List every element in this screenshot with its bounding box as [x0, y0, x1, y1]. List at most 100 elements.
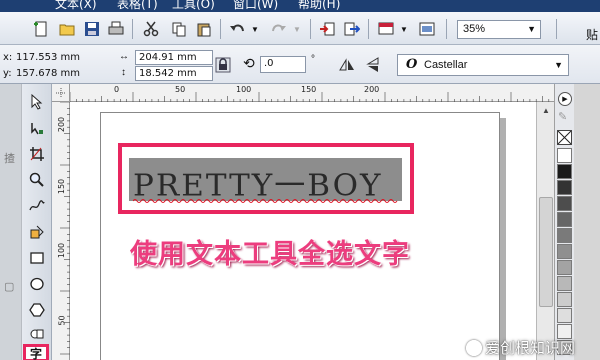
ellipse-icon	[30, 277, 44, 291]
menu-window[interactable]: 窗口(W)	[233, 0, 278, 12]
lock-ratio-button[interactable]	[214, 56, 232, 74]
redo-dropdown-icon[interactable]: ▼	[293, 25, 301, 34]
copy-button[interactable]	[170, 20, 188, 38]
font-list-select[interactable]: O Castellar ▼	[397, 54, 569, 76]
zoom-tool[interactable]	[26, 170, 48, 190]
mirror-vertical-icon	[366, 57, 379, 72]
left-dock-strip: 揸 ▢	[0, 84, 22, 360]
rotation-field[interactable]: .0	[260, 56, 306, 73]
copy-icon	[172, 22, 186, 37]
x-position-field[interactable]: 117.553 mm	[16, 52, 80, 63]
smart-fill-tool[interactable]	[26, 222, 48, 242]
paste-button[interactable]	[195, 20, 213, 38]
dock-fragment: ▢	[4, 281, 15, 293]
y-label: y:	[3, 68, 12, 79]
scrollbar-thumb[interactable]	[539, 197, 553, 307]
polygon-icon	[29, 303, 45, 317]
undo-dropdown-icon[interactable]: ▼	[251, 25, 259, 34]
polygon-tool[interactable]	[26, 300, 48, 320]
freehand-icon	[29, 200, 45, 211]
cut-button[interactable]	[142, 20, 160, 38]
v-ruler-label: 100	[57, 242, 67, 259]
menu-table[interactable]: 表格(T)	[117, 0, 158, 12]
mirror-vertical-button[interactable]	[364, 56, 382, 74]
width-field[interactable]: 204.91 mm	[135, 50, 213, 65]
color-swatch[interactable]	[557, 244, 572, 259]
menu-help[interactable]: 帮助(H)	[298, 0, 340, 12]
vertical-ruler[interactable]: 200 150 100 50	[52, 101, 70, 360]
horizontal-ruler[interactable]: 0 50 100 150 200	[69, 84, 554, 102]
h-ruler-label: 0	[114, 85, 120, 94]
import-icon	[320, 22, 335, 36]
print-button[interactable]	[107, 20, 125, 38]
rectangle-tool[interactable]	[26, 248, 48, 268]
dock-fragment: 揸	[4, 153, 15, 165]
ellipse-tool[interactable]	[26, 274, 48, 294]
color-swatch[interactable]	[557, 228, 572, 243]
chevron-up-icon: ▲	[542, 105, 550, 115]
crop-tool[interactable]	[26, 144, 48, 164]
rotate-icon: ⟲	[243, 55, 255, 71]
color-swatch[interactable]	[557, 292, 572, 307]
eyedropper-icon[interactable]: ✎	[558, 110, 567, 123]
no-fill-icon	[557, 130, 572, 145]
open-folder-icon	[59, 24, 75, 36]
new-document-button[interactable]	[32, 20, 50, 38]
smart-fill-icon	[30, 225, 44, 239]
h-ruler-label: 50	[175, 85, 186, 94]
import-button[interactable]	[318, 20, 336, 38]
welcome-screen-button[interactable]	[418, 20, 436, 38]
text-tool[interactable]: 字	[23, 344, 49, 360]
menu-tools[interactable]: 工具(O)	[172, 0, 215, 12]
zoom-level-select[interactable]: 35% ▼	[457, 20, 541, 39]
undo-button[interactable]	[228, 20, 246, 38]
watermark-text: 爱创根知识网	[485, 339, 576, 357]
y-position-field[interactable]: 157.678 mm	[16, 68, 80, 79]
scroll-up-button[interactable]: ▲	[537, 102, 555, 118]
pick-tool[interactable]	[26, 92, 48, 112]
height-field[interactable]: 18.542 mm	[135, 66, 213, 81]
save-icon	[85, 22, 99, 36]
toolbox: 字	[22, 84, 52, 360]
toolbar-separator	[556, 19, 557, 39]
undo-icon	[230, 24, 244, 32]
color-swatch[interactable]	[557, 196, 572, 211]
shape-tool[interactable]	[26, 118, 48, 138]
color-swatch[interactable]	[557, 148, 572, 163]
redo-button[interactable]	[270, 20, 288, 38]
vertical-scrollbar[interactable]: ▲	[536, 102, 554, 360]
color-swatch[interactable]	[557, 212, 572, 227]
toolbar-separator	[446, 19, 447, 39]
open-button[interactable]	[58, 20, 76, 38]
save-button[interactable]	[83, 20, 101, 38]
drawing-canvas[interactable]	[70, 102, 536, 360]
x-label: x:	[3, 52, 13, 63]
play-icon: ▶	[562, 96, 568, 103]
basic-shapes-icon	[30, 329, 44, 339]
property-bar: x: y: 117.553 mm 157.678 mm ↔ ↕ 204.91 m…	[0, 45, 600, 84]
mirror-horizontal-button[interactable]	[338, 56, 356, 74]
v-ruler-label: 50	[57, 315, 67, 326]
color-swatch[interactable]	[557, 276, 572, 291]
color-swatch[interactable]	[557, 260, 572, 275]
launcher-dropdown-icon[interactable]: ▼	[400, 25, 408, 34]
ruler-origin[interactable]	[52, 84, 70, 102]
application-launcher-button[interactable]	[377, 20, 395, 38]
width-icon: ↔	[119, 51, 129, 62]
crop-icon	[30, 147, 44, 161]
freehand-tool[interactable]	[26, 196, 48, 216]
no-color-swatch[interactable]	[557, 130, 572, 145]
snap-label[interactable]: 贴	[586, 26, 598, 43]
h-ruler-label: 150	[301, 85, 317, 94]
color-swatch[interactable]	[557, 164, 572, 179]
menu-text[interactable]: 文本(X)	[55, 0, 97, 12]
toolbar-separator	[310, 19, 311, 39]
lock-icon	[215, 57, 231, 73]
export-button[interactable]	[343, 20, 361, 38]
basic-shapes-tool[interactable]	[26, 324, 48, 344]
color-swatch[interactable]	[557, 180, 572, 195]
toolbar-separator	[132, 19, 133, 39]
docker-edge	[574, 84, 600, 360]
color-swatch[interactable]	[557, 308, 572, 323]
palette-scroll-up[interactable]: ▶	[558, 92, 572, 106]
